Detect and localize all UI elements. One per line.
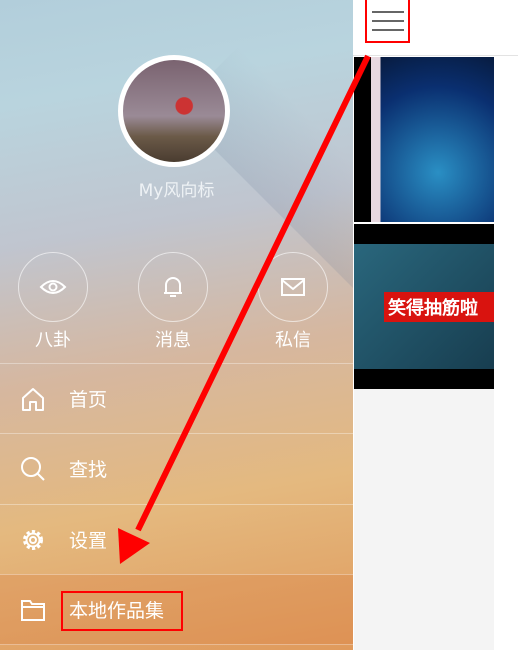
quick-action-label: 八卦 bbox=[35, 330, 71, 351]
content-background bbox=[354, 389, 494, 650]
thumbnail-caption: 笑得抽筋啦 bbox=[384, 292, 494, 322]
quick-action-label: 私信 bbox=[275, 330, 311, 351]
menu-item-label: 本地作品集 bbox=[69, 600, 165, 622]
gear-icon bbox=[23, 529, 43, 550]
menu-item-search[interactable]: 查找 bbox=[0, 433, 353, 503]
avatar[interactable] bbox=[118, 55, 230, 167]
home-icon bbox=[22, 387, 44, 411]
quick-action-private-message[interactable]: 私信 bbox=[258, 252, 328, 352]
navigation-drawer: My风向标 八卦 消息 私信 首页 查找 设置 本地作品集 bbox=[0, 0, 353, 650]
video-thumbnail[interactable] bbox=[354, 57, 494, 222]
menu-button[interactable] bbox=[372, 6, 404, 36]
menu-item-label: 查找 bbox=[69, 459, 108, 481]
eye-icon bbox=[39, 280, 67, 294]
video-thumbnail[interactable]: 笑得抽筋啦 bbox=[354, 224, 494, 389]
username[interactable]: My风向标 bbox=[0, 176, 353, 201]
quick-action-gossip[interactable]: 八卦 bbox=[18, 252, 88, 352]
menu-item-home[interactable]: 首页 bbox=[0, 363, 353, 433]
bell-icon bbox=[164, 277, 182, 297]
hamburger-icon bbox=[372, 11, 404, 13]
menu-item-settings[interactable]: 设置 bbox=[0, 504, 353, 574]
quick-action-label: 消息 bbox=[155, 330, 191, 351]
menu-item-local-works[interactable]: 本地作品集 bbox=[0, 574, 353, 645]
menu-item-label: 设置 bbox=[69, 530, 108, 552]
mail-icon bbox=[281, 278, 305, 296]
quick-action-messages[interactable]: 消息 bbox=[138, 252, 208, 352]
search-icon bbox=[21, 456, 45, 481]
menu-item-label: 首页 bbox=[69, 389, 108, 411]
folder-icon bbox=[21, 599, 45, 621]
